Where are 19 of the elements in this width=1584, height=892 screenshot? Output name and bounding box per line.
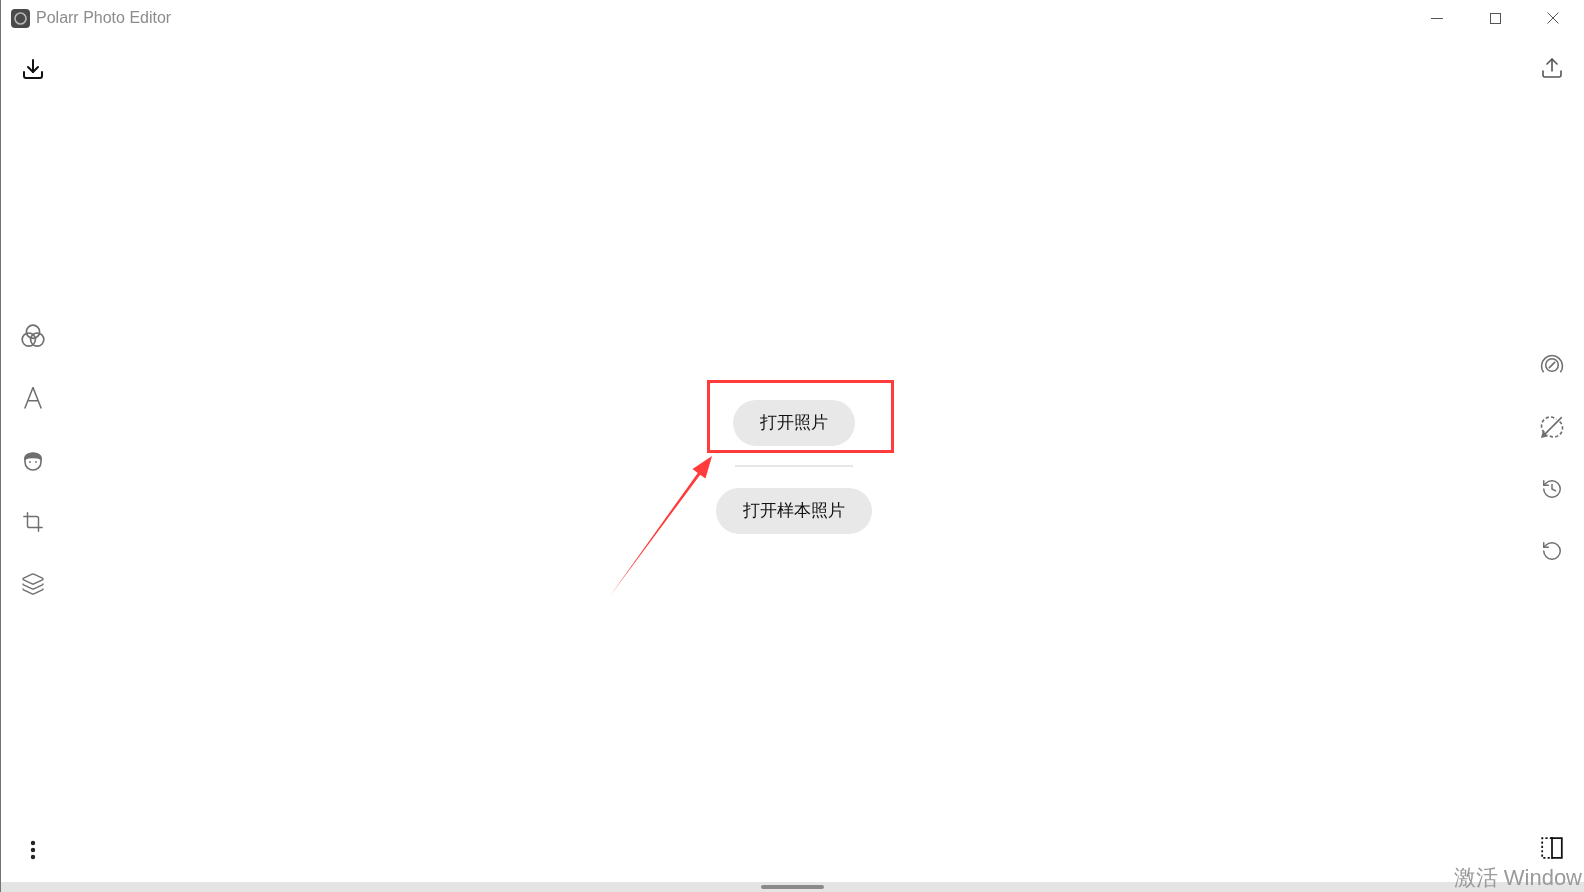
history-icon[interactable]	[1541, 478, 1563, 500]
compare-icon[interactable]	[1540, 837, 1564, 859]
filters-icon[interactable]	[21, 323, 45, 348]
download-icon[interactable]	[21, 56, 45, 82]
text-tool-icon[interactable]	[23, 386, 43, 409]
close-icon	[1547, 12, 1559, 24]
slash-circle-icon[interactable]	[1540, 415, 1564, 439]
crop-icon[interactable]	[22, 510, 44, 533]
rotate-ccw-icon[interactable]	[1541, 540, 1563, 562]
app-logo-icon	[11, 8, 30, 28]
upload-icon[interactable]	[1540, 55, 1564, 81]
scrollbar-thumb[interactable]	[761, 885, 824, 889]
window-title: Polarr Photo Editor	[36, 8, 172, 28]
open-photo-button[interactable]: 打开照片	[732, 400, 855, 446]
activation-watermark: 激活 Window	[1453, 864, 1582, 892]
maximize-icon	[1489, 12, 1501, 24]
open-photo-button[interactable]: 打开样本照片	[715, 488, 872, 534]
layers-icon[interactable]	[21, 571, 45, 596]
minimize-icon	[1431, 17, 1443, 19]
